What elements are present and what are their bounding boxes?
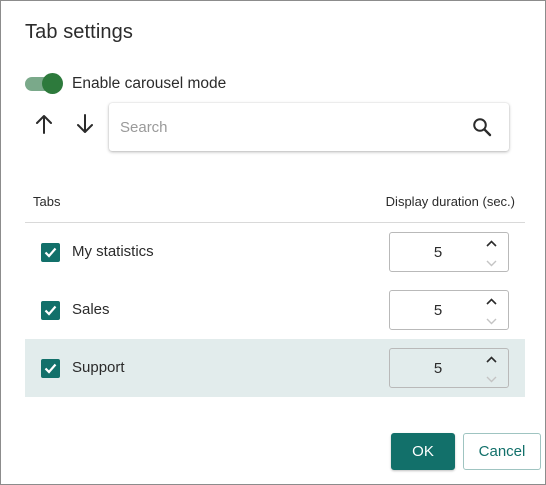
duration-value[interactable]: 5 <box>390 360 486 377</box>
dialog-title: Tab settings <box>25 21 133 43</box>
duration-stepper[interactable]: 5 <box>389 232 509 272</box>
row-checkbox[interactable] <box>41 359 60 378</box>
chevron-down-icon <box>486 376 496 382</box>
cancel-button[interactable]: Cancel <box>463 433 541 470</box>
toggle-thumb <box>42 73 63 94</box>
move-down-button[interactable] <box>73 110 97 138</box>
table-row[interactable]: Sales 5 <box>25 281 525 339</box>
search-icon[interactable] <box>472 117 492 137</box>
checkmark-icon <box>44 305 57 316</box>
carousel-toggle[interactable] <box>25 72 63 96</box>
row-checkbox[interactable] <box>41 301 60 320</box>
row-label: Sales <box>72 301 110 318</box>
arrow-up-icon <box>36 115 52 134</box>
move-up-button[interactable] <box>32 110 56 138</box>
decrement-button[interactable] <box>483 256 499 270</box>
table-row[interactable]: My statistics 5 <box>25 223 525 281</box>
checkmark-icon <box>44 363 57 374</box>
arrow-down-icon <box>77 114 93 133</box>
carousel-toggle-label: Enable carousel mode <box>72 75 227 92</box>
row-label: My statistics <box>72 243 154 260</box>
decrement-button[interactable] <box>483 372 499 386</box>
ok-button[interactable]: OK <box>391 433 455 470</box>
increment-button[interactable] <box>483 352 499 366</box>
decrement-button[interactable] <box>483 314 499 328</box>
search-input[interactable] <box>120 115 460 139</box>
row-checkbox[interactable] <box>41 243 60 262</box>
duration-value[interactable]: 5 <box>390 302 486 319</box>
checkmark-icon <box>44 247 57 258</box>
column-header-tabs: Tabs <box>33 194 61 209</box>
duration-stepper[interactable]: 5 <box>389 290 509 330</box>
tab-settings-dialog: Tab settings Enable carousel mode Tabs D… <box>0 0 546 485</box>
duration-stepper[interactable]: 5 <box>389 348 509 388</box>
carousel-toggle-row: Enable carousel mode <box>25 72 226 96</box>
chevron-up-icon <box>485 355 497 363</box>
chevron-up-icon <box>485 239 497 247</box>
chevron-up-icon <box>485 297 497 305</box>
row-label: Support <box>72 359 125 376</box>
chevron-down-icon <box>486 318 496 324</box>
increment-button[interactable] <box>483 294 499 308</box>
column-header-duration: Display duration (sec.) <box>385 194 515 209</box>
increment-button[interactable] <box>483 236 499 250</box>
table-row[interactable]: Support 5 <box>25 339 525 397</box>
chevron-down-icon <box>486 260 496 266</box>
duration-value[interactable]: 5 <box>390 244 486 261</box>
search-box <box>109 103 509 151</box>
